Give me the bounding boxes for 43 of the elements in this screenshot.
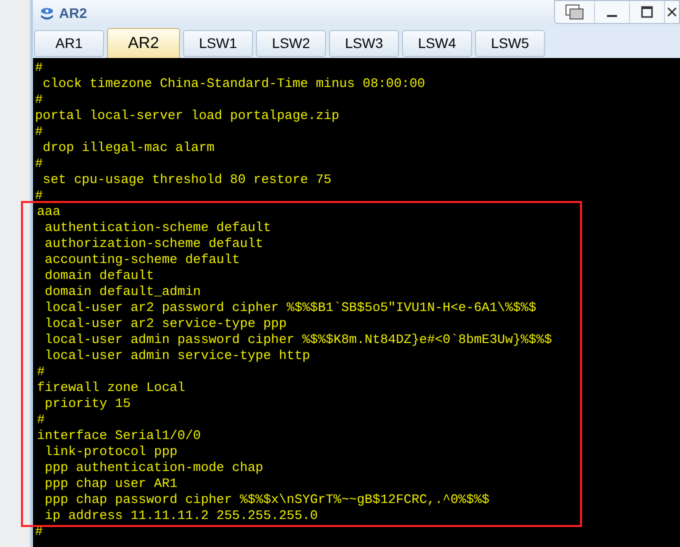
window-title: AR2 (59, 4, 88, 23)
maximize-icon (641, 6, 653, 18)
console-line: # (35, 156, 44, 172)
console-line: # (35, 124, 44, 140)
console-line: ip address 11.11.11.2 255.255.255.0 (44, 508, 319, 524)
console-line: # (37, 412, 46, 428)
console-line: domain default (44, 268, 156, 284)
console-line: accounting-scheme default (44, 252, 241, 268)
device-tab[interactable]: LSW1 (183, 30, 253, 57)
console-line: local-user admin service-type http (44, 348, 312, 364)
restore-icon (564, 4, 584, 20)
console-line: link-protocol ppp (44, 444, 178, 460)
console-line: aaa (37, 204, 62, 220)
console-line: ppp chap user AR1 (44, 476, 178, 492)
console-line: # (35, 188, 44, 204)
console-line: priority 15 (44, 396, 132, 412)
console-line: # (35, 92, 44, 108)
device-tab[interactable]: LSW5 (475, 30, 545, 57)
console-line: local-user ar2 service-type ppp (44, 316, 288, 332)
console-line: drop illegal-mac alarm (42, 140, 216, 156)
device-tab[interactable]: LSW3 (329, 30, 399, 57)
console-line: clock timezone China-Standard-Time minus 08:00:00 (42, 76, 426, 92)
console-line: interface Serial1/0/0 (37, 428, 202, 444)
device-tab[interactable]: LSW2 (256, 30, 326, 57)
console-line: authorization-scheme default (44, 236, 264, 252)
close-icon (667, 7, 677, 17)
console-line: domain default_admin (44, 284, 202, 300)
console-line: # (35, 524, 44, 540)
console-line: authentication-scheme default (44, 220, 272, 236)
console-line: ppp chap password cipher %$%$x\nSYGrT%~~gB$12FCRC,.^0%$%$ (44, 492, 490, 508)
console-line: local-user admin password cipher %$%$K8m.Nt84DZ}e#<0`8bmE3Uw}%$%$ (44, 332, 553, 348)
console-line: # (37, 364, 46, 380)
console-line: portal local-server load portalpage.zip (35, 108, 340, 124)
console-line: set cpu-usage threshold 80 restore 75 (42, 172, 332, 188)
minimize-icon (607, 15, 617, 17)
device-tab[interactable]: AR1 (34, 30, 104, 57)
router-icon (39, 6, 55, 22)
console-line: firewall zone Local (37, 380, 186, 396)
device-tab[interactable]: LSW4 (402, 30, 472, 57)
console-line: local-user ar2 password cipher %$%$B1`SB$5o5"IVU1N-H<e-6A1\%$%$ (44, 300, 538, 316)
console-line: ppp authentication-mode chap (44, 460, 264, 476)
device-tab[interactable]: AR2 (107, 28, 180, 58)
console-line: # (35, 60, 44, 76)
